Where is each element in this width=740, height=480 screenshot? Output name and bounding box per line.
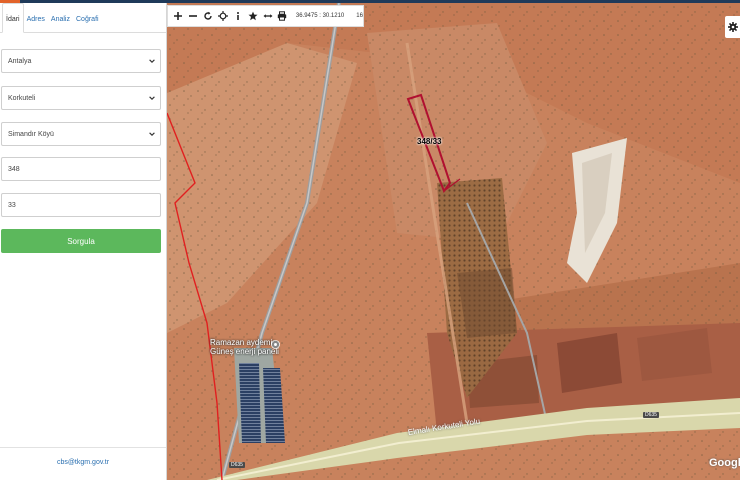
refresh-icon xyxy=(204,11,212,20)
mahalle-select-value: Simandır Köyü xyxy=(8,130,54,138)
parsel-input[interactable]: 33 xyxy=(1,193,161,217)
poi-marker-icon[interactable] xyxy=(271,340,280,349)
info-button[interactable] xyxy=(230,7,245,25)
chevron-down-icon xyxy=(149,132,155,136)
ada-input[interactable]: 348 xyxy=(1,157,161,181)
il-select[interactable]: Antalya xyxy=(1,49,161,73)
settings-button[interactable] xyxy=(725,16,740,38)
info-icon xyxy=(236,12,239,20)
zoom-in-button[interactable] xyxy=(171,7,186,25)
print-icon xyxy=(278,11,287,21)
favorite-button[interactable] xyxy=(245,7,260,25)
zoom-out-button[interactable] xyxy=(186,7,201,25)
sidebar-tabs: İdari Adres Analiz Coğrafi xyxy=(0,3,166,33)
measure-button[interactable] xyxy=(260,7,275,25)
poi-label-line2: Güneş enerji paneli xyxy=(210,347,279,356)
map-view[interactable]: D635 D635 xyxy=(167,3,740,480)
top-bar-accent xyxy=(0,0,20,3)
ilce-select-value: Korkuteli xyxy=(8,94,36,102)
zoom-level: 16 xyxy=(356,13,363,19)
sorgula-button[interactable]: Sorgula xyxy=(1,229,161,253)
footer-divider xyxy=(0,447,166,448)
refresh-button[interactable] xyxy=(201,7,216,25)
parcel-label: 348/33 xyxy=(417,137,442,146)
satellite-imagery xyxy=(167,3,740,480)
poi-label-line1: Ramazan aydemir xyxy=(210,338,275,347)
star-icon xyxy=(248,11,258,21)
ada-input-value: 348 xyxy=(8,165,20,173)
road-shield: D635 xyxy=(229,462,245,468)
locate-button[interactable] xyxy=(216,7,231,25)
coordinate-readout: 36.9475 : 30.1210 xyxy=(295,13,345,19)
tab-adres[interactable]: Adres xyxy=(24,2,48,32)
tab-cografi[interactable]: Coğrafi xyxy=(73,2,102,32)
gear-icon xyxy=(727,22,738,32)
tab-analiz[interactable]: Analiz xyxy=(48,2,73,32)
measure-icon xyxy=(263,14,273,18)
top-bar xyxy=(0,0,740,3)
google-attribution: Google xyxy=(709,457,740,469)
zoom-in-icon xyxy=(174,12,183,20)
print-button[interactable] xyxy=(275,7,290,25)
map-toolbar: 36.9475 : 30.1210 16 xyxy=(167,5,364,27)
zoom-out-icon xyxy=(189,15,198,17)
road-shield: D635 xyxy=(643,412,659,418)
chevron-down-icon xyxy=(149,59,155,63)
contact-email-link[interactable]: cbs@tkgm.gov.tr xyxy=(0,459,166,466)
sidebar: İdari Adres Analiz Coğrafi Antalya Korku… xyxy=(0,3,167,480)
chevron-down-icon xyxy=(149,96,155,100)
ilce-select[interactable]: Korkuteli xyxy=(1,86,161,110)
locate-icon xyxy=(218,11,228,21)
tab-idari[interactable]: İdari xyxy=(2,3,24,33)
poi-label[interactable]: Ramazan aydemir Güneş enerji paneli xyxy=(210,338,279,356)
parsel-input-value: 33 xyxy=(8,201,16,209)
il-select-value: Antalya xyxy=(8,57,32,65)
mahalle-select[interactable]: Simandır Köyü xyxy=(1,122,161,146)
